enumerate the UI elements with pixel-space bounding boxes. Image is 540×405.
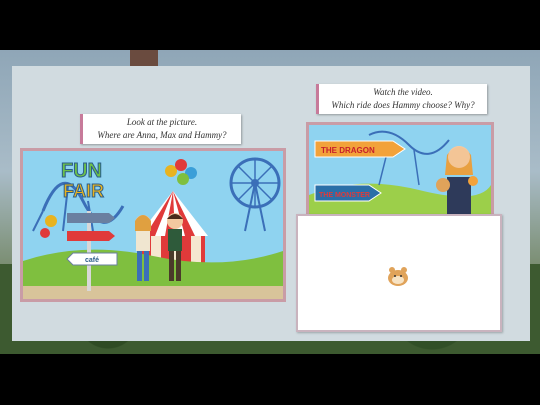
dragon-sign-label: THE DRAGON bbox=[321, 146, 375, 155]
slide: Look at the picture. Where are Anna, Max… bbox=[12, 66, 530, 341]
letterbox-top bbox=[0, 0, 540, 50]
dragon-sign-icon: THE DRAGON bbox=[314, 140, 406, 158]
logo-fun: FUN bbox=[61, 160, 102, 182]
monster-sign-label: THE MONSTER bbox=[319, 192, 370, 199]
right-caption-line2: Which ride does Hammy choose? Why? bbox=[331, 100, 475, 110]
fun-fair-picture: FUN FAIR café bbox=[20, 148, 286, 302]
left-caption: Look at the picture. Where are Anna, Max… bbox=[80, 114, 241, 144]
monster-sign-icon: THE MONSTER bbox=[314, 184, 382, 202]
video-still-picture: THE DRAGON THE MONSTER bbox=[306, 122, 494, 218]
logo-fair: FAIR bbox=[63, 181, 104, 201]
letterbox-bottom bbox=[0, 354, 540, 405]
dragon-monster-illustration: THE DRAGON THE MONSTER bbox=[309, 125, 491, 215]
right-caption: Watch the video. Which ride does Hammy c… bbox=[316, 84, 487, 114]
fun-fair-illustration: FUN FAIR café bbox=[23, 151, 283, 299]
cafe-sign-label: café bbox=[85, 257, 99, 264]
left-caption-line2: Where are Anna, Max and Hammy? bbox=[97, 130, 227, 140]
video-player[interactable] bbox=[296, 214, 502, 332]
left-caption-line1: Look at the picture. bbox=[126, 117, 198, 127]
hammy-hamster-icon bbox=[388, 267, 408, 286]
right-caption-line1: Watch the video. bbox=[373, 87, 433, 97]
